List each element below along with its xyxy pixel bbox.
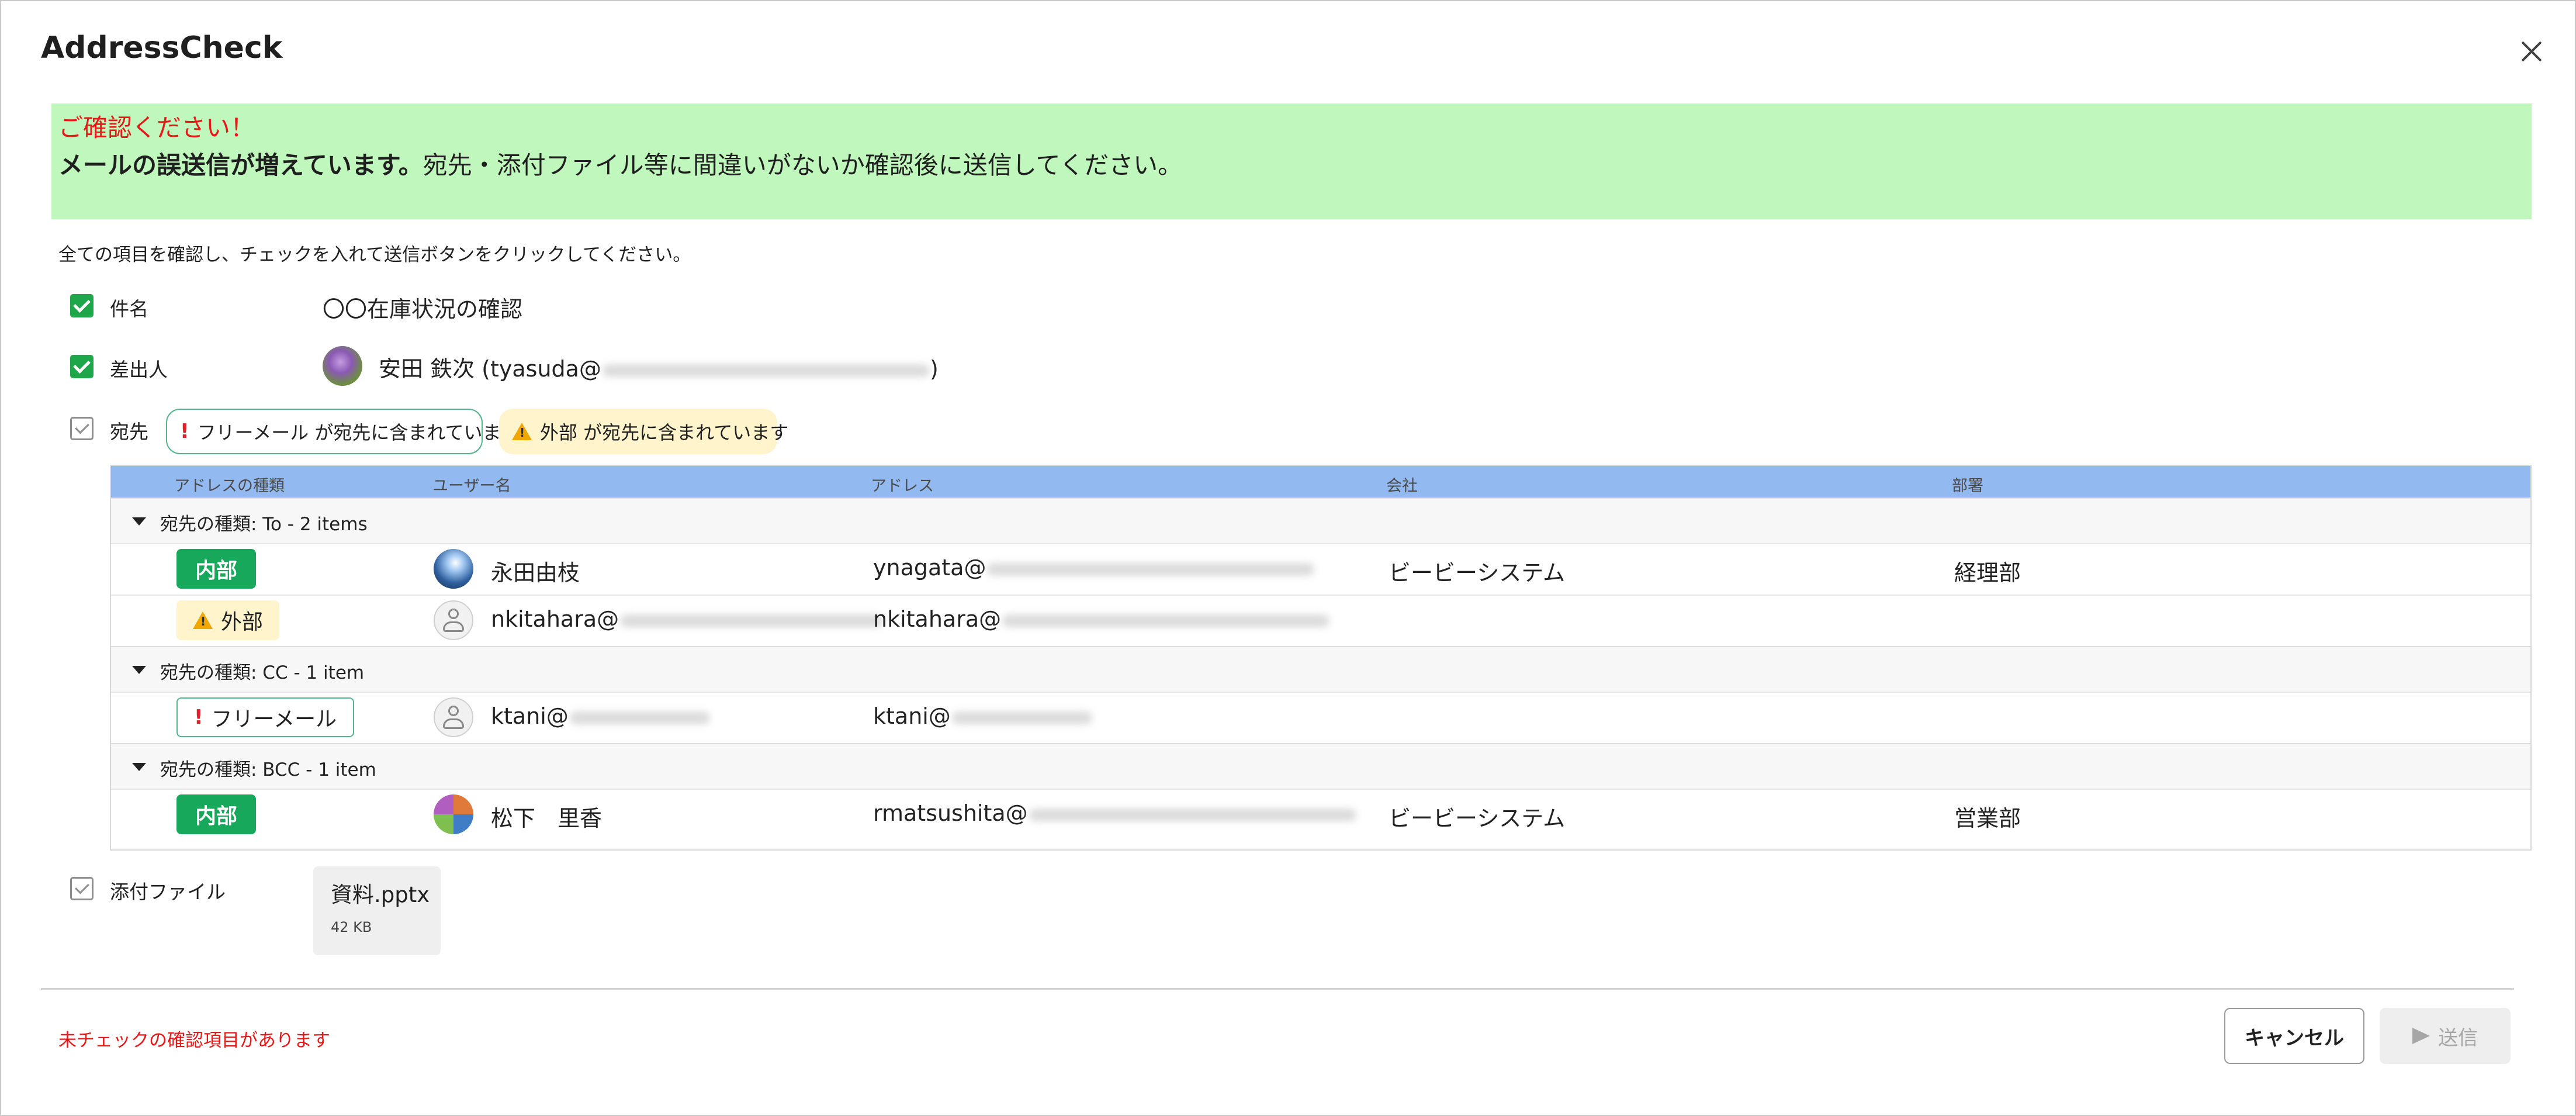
- external-warning-text: 外部 が宛先に含まれています: [540, 421, 789, 444]
- email-prefix: nkitahara@: [873, 606, 1002, 632]
- caret-down-icon[interactable]: [132, 666, 146, 674]
- email-prefix: ynagata@: [873, 555, 986, 581]
- user-name: ktani@: [491, 703, 710, 729]
- group-header-bcc[interactable]: 宛先の種類: BCC - 1 item: [111, 743, 2530, 789]
- redacted-text: [951, 711, 1092, 724]
- column-header: アドレス: [871, 477, 934, 495]
- group-header-cc[interactable]: 宛先の種類: CC - 1 item: [111, 646, 2530, 692]
- address-type-text: 外部: [221, 610, 264, 634]
- subject-value: 〇〇在庫状況の確認: [323, 296, 523, 322]
- warning-banner: ご確認ください！ メールの誤送信が増えています。宛先・添付ファイル等に間違いがな…: [51, 103, 2532, 219]
- freemail-warning-text: フリーメール が宛先に含まれています: [197, 421, 520, 444]
- group-label: 宛先の種類: To - 2 items: [160, 514, 368, 535]
- banner-warning: ご確認ください！: [58, 113, 255, 142]
- group-label: 宛先の種類: CC - 1 item: [160, 662, 365, 683]
- caret-down-icon[interactable]: [132, 517, 146, 526]
- subject-checkbox[interactable]: [70, 294, 94, 317]
- email-address: nkitahara@: [873, 606, 1330, 632]
- dialog-title: AddressCheck: [41, 30, 283, 65]
- user-name: 永田由枝: [491, 560, 580, 586]
- validation-error: 未チェックの確認項目があります: [58, 1030, 330, 1051]
- photo-avatar: [434, 549, 473, 589]
- email-prefix: rmatsushita@: [873, 800, 1028, 826]
- warning-triangle-icon: [193, 611, 213, 629]
- instruction-text: 全ての項目を確認し、チェックを入れて送信ボタンをクリックしてください。: [58, 244, 691, 265]
- banner-message-bold: メールの誤送信が増えています。: [58, 151, 423, 179]
- send-button[interactable]: 送信: [2380, 1008, 2511, 1064]
- photo-avatar: [434, 794, 473, 834]
- default-user-icon: [434, 600, 473, 640]
- email-address: ktani@: [873, 703, 1092, 729]
- redacted-text: [620, 614, 884, 627]
- address-type-tag: 外部: [176, 600, 280, 640]
- banner-message-text: 宛先・添付ファイル等に間違いがないか確認後に送信してください。: [423, 151, 1183, 179]
- caret-down-icon[interactable]: [132, 763, 146, 771]
- footer-divider: [41, 988, 2514, 990]
- freemail-warning-badge: ! フリーメール が宛先に含まれています: [166, 409, 520, 454]
- external-warning-badge: 外部 が宛先に含まれています: [499, 409, 788, 454]
- file-size: 42 KB: [331, 919, 372, 935]
- subject-label: 件名: [110, 298, 148, 320]
- table-row: 内部 松下 里香 rmatsushita@ ビービーシステム 営業部: [111, 789, 2530, 840]
- sender-avatar: [323, 346, 362, 386]
- column-header: アドレスの種類: [174, 477, 285, 495]
- redacted-text: [602, 364, 930, 377]
- sender-name: 安田 鉄次 (tyasuda@: [379, 356, 601, 382]
- column-header: 会社: [1386, 477, 1418, 495]
- group-label: 宛先の種類: BCC - 1 item: [160, 759, 376, 780]
- attachment-label: 添付ファイル: [110, 880, 226, 903]
- table-row: 外部 nkitahara@ nkitahara@: [111, 595, 2530, 646]
- redacted-text: [569, 711, 710, 724]
- column-header: ユーザー名: [432, 477, 511, 495]
- group-header-to[interactable]: 宛先の種類: To - 2 items: [111, 497, 2530, 543]
- exclamation-icon: !: [180, 420, 189, 443]
- sender-suffix: ): [929, 356, 939, 382]
- attachment-file-card[interactable]: 資料.pptx 42 KB: [313, 866, 441, 955]
- file-name: 資料.pptx: [331, 882, 430, 907]
- address-type-tag: ! フリーメール: [176, 697, 355, 737]
- table-row: ! フリーメール ktani@ ktani@: [111, 692, 2530, 743]
- default-user-icon: [434, 697, 473, 737]
- redacted-text: [987, 562, 1315, 576]
- banner-message: メールの誤送信が増えています。宛先・添付ファイル等に間違いがないか確認後に送信し…: [58, 146, 1182, 181]
- user-name: 松下 里香: [491, 806, 603, 831]
- redacted-text: [1029, 808, 1356, 821]
- user-prefix: ktani@: [491, 703, 569, 729]
- sender-checkbox[interactable]: [70, 355, 94, 378]
- department: 経理部: [1954, 560, 2021, 586]
- exclamation-icon: !: [194, 706, 203, 729]
- table-row: 内部 永田由枝 ynagata@ ビービーシステム 経理部: [111, 543, 2530, 595]
- send-label: 送信: [2438, 1026, 2478, 1050]
- attachment-checkbox[interactable]: [70, 877, 94, 900]
- user-name: nkitahara@: [491, 606, 884, 632]
- address-type-text: フリーメール: [211, 707, 337, 731]
- company: ビービーシステム: [1389, 806, 1566, 831]
- email-address: ynagata@: [873, 555, 1315, 581]
- department: 営業部: [1954, 806, 2021, 831]
- recipients-label: 宛先: [110, 420, 148, 443]
- recipients-checkbox[interactable]: [70, 417, 94, 440]
- send-icon: [2412, 1028, 2430, 1044]
- sender-value: 安田 鉄次 (tyasuda@): [379, 351, 939, 383]
- company: ビービーシステム: [1389, 560, 1566, 586]
- address-type-tag: 内部: [176, 794, 257, 834]
- column-header: 部署: [1952, 477, 1983, 495]
- address-type-tag: 内部: [176, 549, 257, 589]
- email-address: rmatsushita@: [873, 800, 1356, 826]
- redacted-text: [1002, 614, 1330, 627]
- sender-label: 差出人: [110, 358, 168, 381]
- user-prefix: nkitahara@: [491, 606, 619, 632]
- warning-triangle-icon: [512, 423, 532, 440]
- table-header: アドレスの種類 ユーザー名 アドレス 会社 部署: [111, 466, 2530, 497]
- close-icon[interactable]: [2514, 34, 2549, 69]
- cancel-button[interactable]: キャンセル: [2224, 1008, 2364, 1064]
- recipients-table: アドレスの種類 ユーザー名 アドレス 会社 部署 宛先の種類: To - 2 i…: [110, 465, 2532, 851]
- email-prefix: ktani@: [873, 703, 951, 729]
